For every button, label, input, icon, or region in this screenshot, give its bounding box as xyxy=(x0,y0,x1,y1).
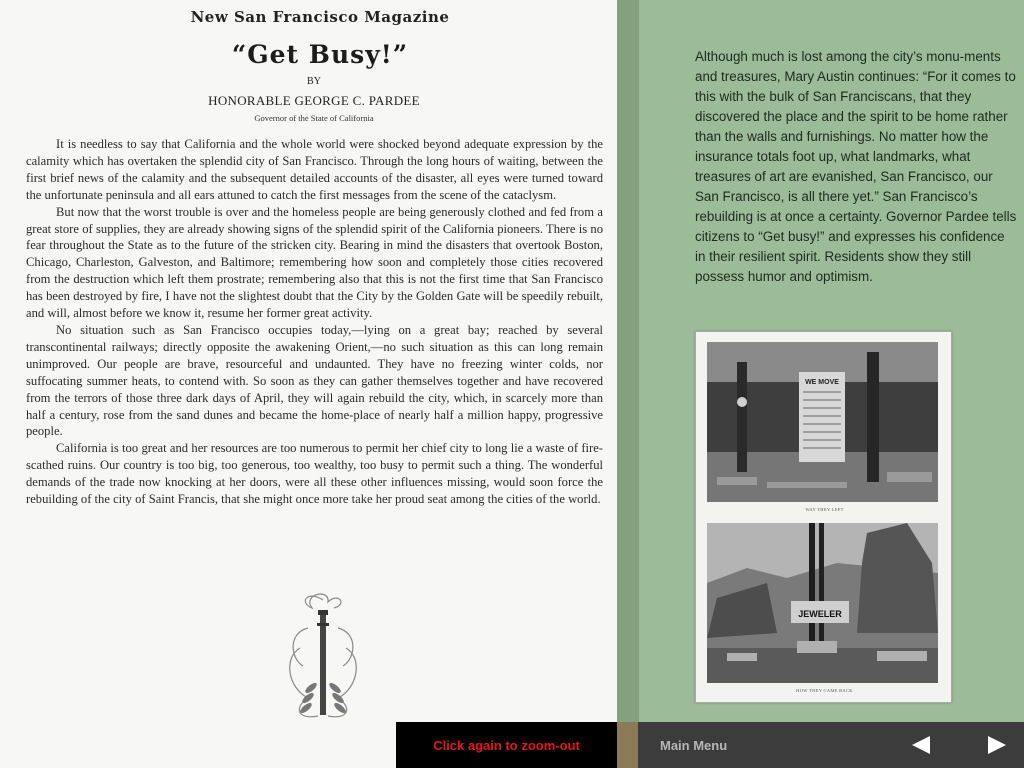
article-body: It is needless to say that California an… xyxy=(26,136,603,508)
photo-bottom-sign: JEWELER xyxy=(798,609,842,619)
author-role: Governor of the State of California xyxy=(254,113,374,123)
toolbar-spacer xyxy=(617,722,638,768)
byline: BY xyxy=(307,76,321,87)
article-paragraph: No situation such as San Francisco occup… xyxy=(26,322,603,439)
photo-bottom: JEWELER xyxy=(707,523,938,683)
photo-top-caption: WAY THEY LEFT xyxy=(805,507,844,512)
torch-icon xyxy=(289,593,357,718)
photo-card[interactable]: WE MOVE WAY THEY LEFT JEWELER HOW THEY C… xyxy=(695,331,952,703)
article-paragraph: It is needless to say that California an… xyxy=(26,137,603,202)
magazine-page[interactable]: New San Francisco Magazine “Get Busy!” B… xyxy=(0,0,617,768)
masthead: New San Francisco Magazine xyxy=(190,8,450,26)
zoom-out-button[interactable]: Click again to zoom-out xyxy=(396,722,617,768)
article-paragraph: California is too great and her resource… xyxy=(26,441,603,507)
right-arrow-icon[interactable] xyxy=(986,735,1008,755)
panel-caption: Although much is lost among the city’s m… xyxy=(695,49,1017,284)
photo-bottom-caption: HOW THEY CAME BACK xyxy=(796,688,853,693)
photo-top-sign: WE MOVE xyxy=(805,379,839,386)
article-paragraph: But now that the worst trouble is over a… xyxy=(26,204,603,321)
author-name: HONORABLE GEORGE C. PARDEE xyxy=(208,93,420,108)
photo-top: WE MOVE xyxy=(707,342,938,502)
main-menu-button[interactable]: Main Menu xyxy=(660,722,727,768)
left-arrow-icon[interactable] xyxy=(910,735,932,755)
panel-divider xyxy=(617,0,639,722)
article-title: “Get Busy!” xyxy=(231,40,409,69)
